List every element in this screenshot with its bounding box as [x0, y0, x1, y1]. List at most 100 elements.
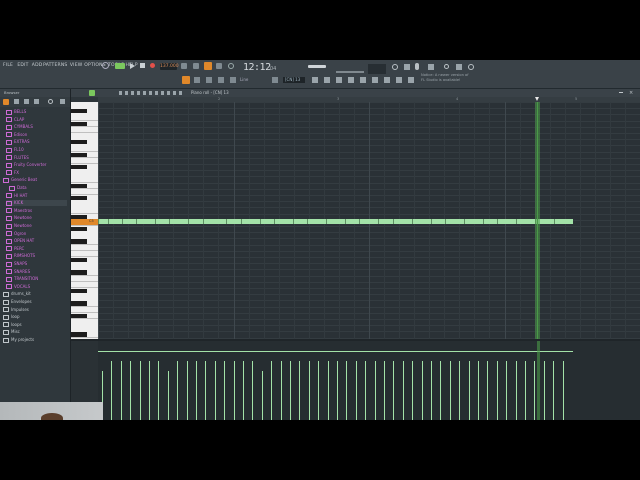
velocity-bar[interactable] [496, 360, 498, 420]
pattern-selector[interactable]: [CN] 13 [283, 77, 305, 83]
note[interactable] [392, 219, 394, 224]
velocity-bar[interactable] [506, 360, 508, 420]
browser-item[interactable]: FL10 [6, 147, 67, 153]
magnet-icon[interactable] [182, 76, 190, 84]
browser-item[interactable]: CLAP [6, 117, 67, 123]
search-icon[interactable] [444, 64, 449, 69]
browser-item[interactable]: Envelopes [3, 299, 67, 305]
velocity-bar[interactable] [412, 360, 414, 420]
metronome-icon[interactable] [181, 63, 187, 69]
velocity-bar[interactable] [233, 360, 235, 420]
mic-icon[interactable] [415, 63, 419, 70]
master-pitch-slider[interactable] [336, 71, 364, 73]
menu-edit[interactable]: EDIT [17, 63, 28, 68]
black-key[interactable] [71, 301, 87, 306]
menu-file[interactable]: FILE [3, 63, 13, 68]
velocity-bar[interactable] [120, 360, 122, 420]
browser-item[interactable]: loop [3, 314, 67, 320]
browser-item[interactable]: VOCALS [6, 284, 67, 290]
video-icon[interactable] [384, 77, 390, 83]
playhead-marker[interactable] [535, 97, 540, 101]
mixer-view-icon[interactable] [348, 77, 354, 83]
browser-item[interactable]: OPEN HAT [6, 238, 67, 244]
browser-item[interactable]: CYMBALS [6, 124, 67, 130]
browser-item[interactable]: TRANSITION [6, 276, 67, 282]
pat-mode-button[interactable] [115, 63, 125, 69]
browser-item[interactable]: Ogron [6, 231, 67, 237]
note[interactable] [292, 219, 294, 224]
velocity-bar[interactable] [515, 360, 517, 420]
browser-item[interactable]: EXTRAS [6, 139, 67, 145]
velocity-bar[interactable] [318, 360, 320, 420]
note[interactable] [273, 219, 275, 224]
black-key[interactable] [71, 313, 87, 318]
touch-keyboard-icon[interactable] [396, 77, 402, 83]
note-grid[interactable] [98, 102, 640, 339]
note[interactable] [121, 219, 123, 224]
wait-icon[interactable] [193, 63, 199, 69]
velocity-bar[interactable] [290, 360, 291, 420]
velocity-bar[interactable] [167, 371, 169, 420]
black-key[interactable] [71, 270, 87, 275]
browser-forward-icon[interactable] [24, 99, 29, 104]
velocity-bar[interactable] [337, 360, 338, 420]
velocity-bar[interactable] [196, 360, 197, 420]
mute-icon[interactable] [230, 77, 236, 83]
velocity-editor[interactable] [98, 341, 640, 420]
browser-item[interactable]: Fruity Converter [6, 162, 67, 168]
note[interactable] [497, 219, 498, 224]
browser-item[interactable]: PERC [6, 246, 67, 252]
note[interactable] [463, 219, 465, 224]
velocity-bar[interactable] [177, 360, 179, 420]
countdown-button[interactable] [204, 62, 212, 70]
play-icon[interactable] [130, 63, 135, 69]
browser-item[interactable]: FLUTES [6, 155, 67, 161]
note[interactable] [240, 219, 242, 224]
blend-icon[interactable] [216, 63, 222, 69]
velocity-bar[interactable] [374, 360, 376, 420]
velocity-bar[interactable] [186, 360, 188, 420]
velocity-bar[interactable] [553, 360, 555, 420]
piano-roll-menu-icon[interactable] [89, 90, 95, 96]
black-key[interactable] [71, 183, 87, 188]
note[interactable] [107, 219, 109, 224]
browser-item[interactable]: KICK [6, 200, 67, 207]
velocity-bar[interactable] [149, 360, 150, 420]
black-key[interactable] [71, 152, 87, 157]
tempo-display[interactable]: 137.000 [160, 63, 179, 70]
note[interactable] [155, 219, 156, 224]
black-key[interactable] [71, 289, 87, 294]
snap-selector[interactable]: Line [240, 77, 248, 82]
note[interactable] [482, 219, 484, 224]
velocity-bar[interactable] [214, 360, 216, 420]
browser-menu-icon[interactable] [3, 99, 9, 105]
browser-item[interactable]: FX [6, 170, 67, 176]
minimize-icon[interactable] [619, 92, 623, 93]
velocity-bar[interactable] [459, 360, 461, 420]
gear-icon[interactable] [392, 64, 398, 70]
pattern-prev-button[interactable] [272, 77, 278, 83]
browser-item[interactable]: HI HAT [6, 193, 67, 199]
velocity-bar[interactable] [243, 360, 244, 420]
browser-item[interactable]: BELLS [6, 109, 67, 115]
browser-item[interactable]: Generic Beat [3, 177, 67, 183]
note[interactable] [345, 219, 346, 224]
velocity-bar[interactable] [111, 360, 113, 420]
browser-tag-icon[interactable] [34, 99, 39, 104]
note[interactable] [169, 219, 170, 224]
black-key[interactable] [71, 258, 87, 263]
note[interactable] [516, 219, 517, 224]
loop-icon[interactable] [228, 63, 234, 69]
note[interactable] [430, 219, 432, 224]
velocity-bar[interactable] [205, 360, 207, 420]
velocity-bar[interactable] [139, 360, 141, 420]
velocity-bar[interactable] [327, 360, 329, 420]
velocity-bar[interactable] [525, 360, 526, 420]
browser-item[interactable]: Maestros [6, 208, 67, 214]
download-icon[interactable] [468, 64, 474, 70]
velocity-bar[interactable] [299, 360, 301, 420]
note[interactable] [326, 219, 327, 224]
brush-icon[interactable] [206, 77, 212, 83]
velocity-bar[interactable] [384, 360, 385, 420]
browser-item[interactable]: Newtone [6, 223, 67, 229]
